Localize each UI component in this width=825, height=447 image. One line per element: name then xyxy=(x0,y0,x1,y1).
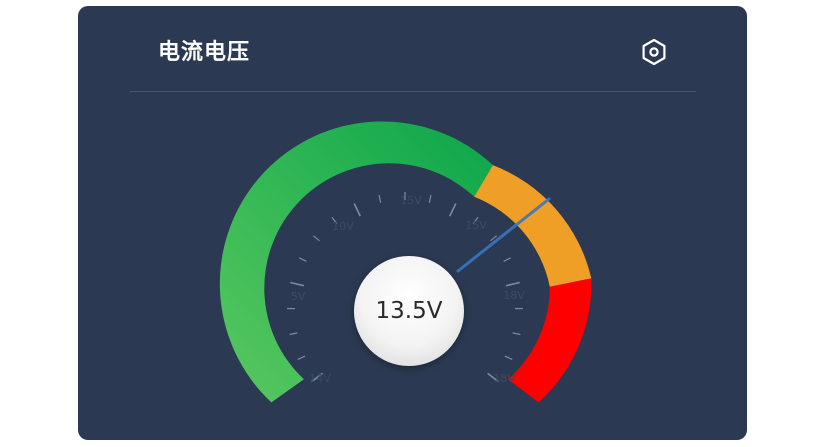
tick-label: 15V xyxy=(400,194,422,207)
tick-label: 15V xyxy=(465,219,487,232)
gauge-tick xyxy=(512,332,521,336)
gauge-tick xyxy=(289,332,298,336)
gauge-tick xyxy=(449,203,457,217)
gauge-tick xyxy=(428,194,432,203)
gauge-center-knob: 13.5V xyxy=(354,256,464,366)
voltage-readout: 13.5V xyxy=(375,298,443,324)
gauge-tick xyxy=(312,235,320,242)
tick-label: 14V xyxy=(309,372,331,385)
gauge-tick xyxy=(378,194,382,203)
gauge-tick xyxy=(504,355,513,360)
gauge-tick xyxy=(298,257,307,262)
tick-label: 18V xyxy=(493,372,515,385)
gauge-tick xyxy=(505,281,520,287)
voltage-card: 电流电压 14V 5V 10V 15V 15V 18V 18V 13.5V xyxy=(78,6,747,440)
voltage-gauge: 14V 5V 10V 15V 15V 18V 18V xyxy=(219,121,592,403)
tick-label: 5V xyxy=(291,290,306,303)
tick-label: 10V xyxy=(332,220,354,233)
gauge-normal-band xyxy=(219,121,493,403)
gauge-tick xyxy=(503,257,512,262)
gauge-tick xyxy=(290,281,305,287)
gauge-tick xyxy=(353,203,361,217)
gauge-warning-band xyxy=(474,165,592,287)
tick-label: 18V xyxy=(503,289,525,302)
gauge-tick xyxy=(297,355,306,360)
